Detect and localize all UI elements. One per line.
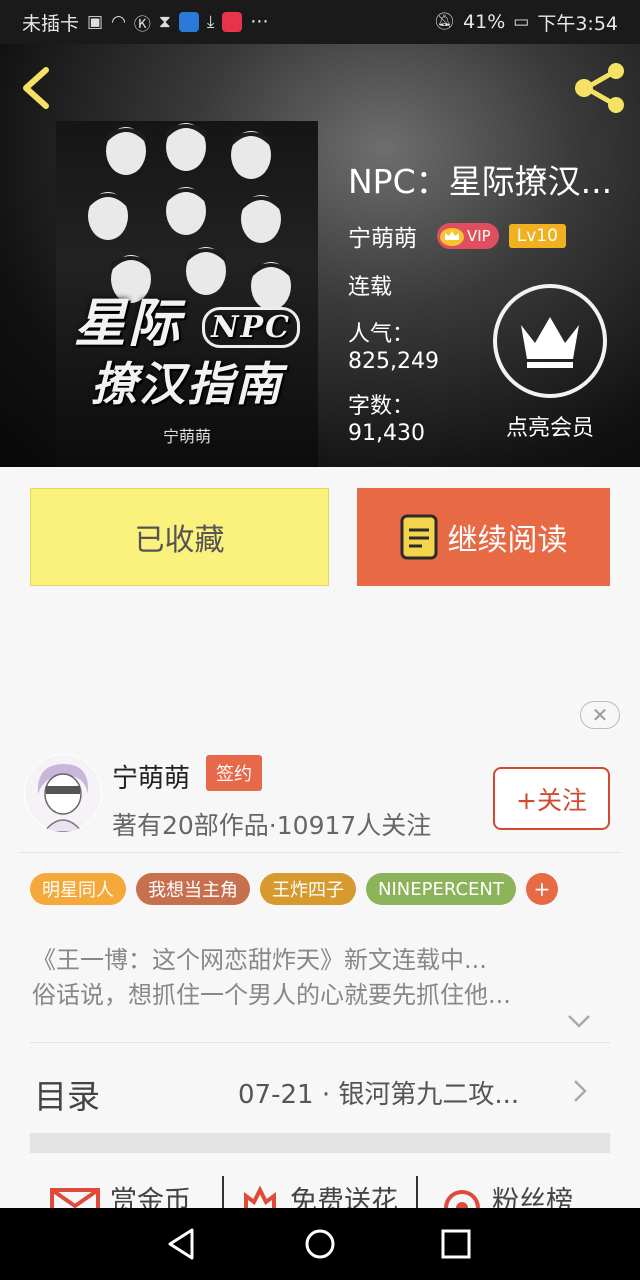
continue-reading-button[interactable]: 继续阅读 — [357, 488, 610, 586]
nav-home-icon[interactable] — [298, 1222, 342, 1266]
continue-reading-label: 继续阅读 — [447, 523, 568, 558]
popularity-label: 人气： — [348, 322, 415, 347]
cover-npc-badge: NPC — [202, 306, 300, 348]
popularity-value: 825,249 — [348, 349, 439, 374]
battery-icon: ▭ — [513, 12, 530, 32]
divider — [30, 1042, 610, 1043]
tab-divider — [222, 1176, 224, 1210]
reward-coins-tab[interactable]: 赏金币 — [50, 1178, 191, 1210]
shield-app-icon — [178, 12, 199, 32]
download-icon: ⤓ — [206, 12, 215, 32]
avatar-image — [25, 755, 101, 832]
fans-rank-tab[interactable]: 粉丝榜 — [442, 1178, 573, 1210]
send-flowers-tab[interactable]: 免费送花 — [240, 1178, 398, 1210]
book-icon — [400, 514, 437, 560]
section-separator — [30, 1133, 610, 1153]
clock: 下午3:54 — [537, 12, 618, 35]
favorited-button[interactable]: 已收藏 — [30, 488, 329, 586]
level-badge: Lv10 — [508, 224, 566, 248]
word-count-label: 字数： — [348, 394, 415, 419]
cover-artwork — [88, 123, 291, 310]
tab-divider — [416, 1176, 418, 1210]
vip-badge: VIP — [437, 223, 499, 249]
fans-rank-label: 粉丝榜 — [492, 1185, 573, 1211]
hourglass-icon: ⧗ — [158, 12, 171, 32]
bottom-tab-row: 赏金币 免费送花 粉丝榜 — [0, 1170, 640, 1210]
add-tag-button[interactable]: + — [525, 873, 558, 905]
vip-crown-icon — [440, 228, 464, 246]
author-card-name: 宁萌萌 — [112, 764, 191, 794]
cover-title: 星际 NPC 撩汉指南 — [56, 296, 318, 412]
member-button[interactable] — [493, 284, 607, 398]
status-bar: 未插卡 ▣ ◠ Ⓚ ⧗ ⤓ ··· 🔕︎ 41% ▭ 下午3:54 — [0, 0, 640, 44]
target-icon — [444, 1190, 480, 1210]
nav-recents-icon[interactable] — [434, 1222, 478, 1266]
system-nav-bar — [0, 1208, 640, 1280]
nav-back-icon[interactable] — [160, 1222, 204, 1266]
share-icon[interactable] — [572, 62, 628, 114]
intro-line-1: 《王一博：这个网恋甜炸天》新文连载中... — [32, 946, 487, 974]
vip-label: VIP — [467, 227, 491, 245]
chevron-down-icon[interactable] — [566, 1012, 592, 1030]
send-flowers-label: 免费送花 — [290, 1185, 398, 1211]
intro-line-2: 俗话说，想抓住一个男人的心就要先抓住他... — [32, 981, 511, 1009]
tag-woxiang[interactable]: 我想当主角 — [136, 873, 250, 905]
back-arrow-icon[interactable] — [14, 64, 62, 112]
tag-ninepercent[interactable]: NINEPERCENT — [366, 873, 516, 905]
mute-icon: 🔕︎ — [433, 12, 456, 32]
word-count-value: 91,430 — [348, 421, 425, 446]
red-app-icon — [222, 12, 243, 32]
wifi-icon: ◠ — [111, 12, 126, 32]
more-notifications: ··· — [250, 11, 269, 33]
book-header: 星际 NPC 撩汉指南 宁萌萌 NPC：星际撩汉... 宁萌萌 VIP Lv10… — [0, 44, 640, 467]
carrier-text: 未插卡 — [22, 12, 80, 35]
tag-list: 明星同人 我想当主角 王炸四子 NINEPERCENT + — [30, 873, 558, 905]
sim-alert-icon: ▣ — [87, 12, 104, 32]
envelope-icon — [50, 1188, 100, 1210]
avatar[interactable] — [24, 754, 102, 832]
toc-latest-chapter[interactable]: 07-21 · 银河第九二攻... — [238, 1074, 558, 1111]
book-title: NPC：星际撩汉... — [348, 162, 613, 201]
close-icon[interactable]: ✕ — [580, 701, 620, 729]
book-cover[interactable]: 星际 NPC 撩汉指南 宁萌萌 — [56, 121, 318, 467]
crown-icon — [521, 317, 579, 368]
toc-label[interactable]: 目录 — [34, 1070, 100, 1118]
author-row: 宁萌萌 VIP Lv10 — [348, 219, 566, 253]
chevron-right-icon[interactable] — [570, 1078, 590, 1104]
tag-wangzha[interactable]: 王炸四子 — [260, 873, 356, 905]
follow-button[interactable]: +关注 — [493, 767, 610, 830]
reward-coins-label: 赏金币 — [110, 1185, 191, 1211]
member-label: 点亮会员 — [505, 416, 594, 441]
flower-icon — [244, 1185, 276, 1210]
serial-status: 连载 — [348, 275, 393, 300]
k-app-icon: Ⓚ — [133, 14, 151, 35]
tag-mingxing[interactable]: 明星同人 — [30, 873, 126, 905]
signed-badge: 签约 — [206, 755, 262, 791]
cover-author: 宁萌萌 — [162, 427, 211, 446]
divider — [20, 852, 620, 853]
author-summary: 著有20部作品·10917人关注 — [112, 811, 432, 840]
author-name[interactable]: 宁萌萌 — [348, 219, 417, 253]
battery-percent: 41% — [463, 11, 506, 33]
